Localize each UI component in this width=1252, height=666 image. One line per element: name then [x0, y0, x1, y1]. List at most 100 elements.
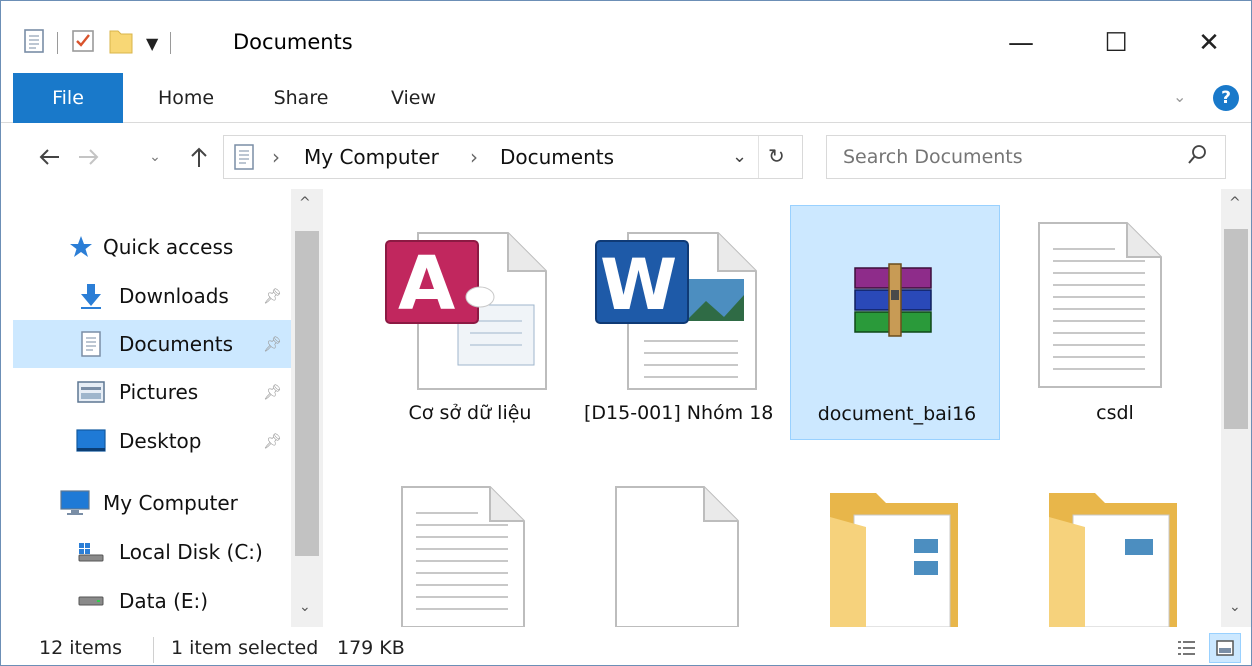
pin-icon[interactable]: 📌︎	[263, 335, 282, 353]
nav-item-label: Documents	[119, 332, 234, 356]
blank-file-icon	[615, 486, 739, 627]
tab-file[interactable]: File	[13, 73, 123, 123]
nav-item-label: Desktop	[119, 429, 202, 453]
tab-view[interactable]: View	[371, 73, 456, 123]
file-item[interactable]: W [D15-001] Nhóm 18	[576, 205, 786, 440]
breadcrumb-my-computer[interactable]: My Computer	[304, 145, 439, 169]
maximize-icon: ☐	[1104, 28, 1128, 58]
navigation-pane: Quick access Downloads 📌︎ Documents 📌︎ P…	[1, 189, 326, 627]
title-bar: ▼ Documents — ☐ ✕	[1, 1, 1251, 73]
breadcrumb-documents[interactable]: Documents	[500, 145, 614, 169]
customize-dropdown-icon[interactable]: ▼	[146, 34, 158, 53]
minimize-icon: —	[1008, 28, 1034, 58]
search-input[interactable]	[843, 142, 1163, 172]
nav-scrollbar-thumb[interactable]	[295, 231, 319, 556]
windows-drive-icon	[75, 538, 107, 566]
pin-icon[interactable]: 📌︎	[263, 432, 282, 450]
window-title: Documents	[233, 30, 353, 54]
nav-scrollbar[interactable]: ^ ⌄	[291, 189, 323, 627]
recent-locations-button[interactable]: ⌄	[141, 139, 169, 175]
tab-home[interactable]: Home	[141, 73, 231, 123]
winrar-archive-icon	[854, 263, 932, 337]
file-name: document_bai16	[817, 403, 977, 425]
toolbar-separator	[170, 32, 172, 54]
nav-item-downloads[interactable]: Downloads 📌︎	[13, 272, 291, 320]
scroll-up-icon[interactable]: ^	[299, 195, 311, 211]
large-icons-view-icon	[1216, 640, 1234, 656]
details-view-icon	[1178, 641, 1195, 655]
file-item[interactable]: csdl	[1009, 205, 1219, 440]
ribbon-tabs: File Home Share View ⌄ ?	[1, 73, 1251, 123]
properties-icon[interactable]	[23, 28, 45, 58]
pin-icon[interactable]: 📌︎	[263, 287, 282, 305]
content-scrollbar[interactable]: ^ ⌄	[1221, 189, 1251, 627]
file-item[interactable]: document_bai16	[790, 205, 1000, 440]
refresh-icon[interactable]: ↻	[768, 144, 785, 168]
maximize-button[interactable]: ☐	[1076, 13, 1156, 73]
address-divider	[758, 136, 759, 178]
large-icons-view-button[interactable]	[1209, 633, 1241, 663]
breadcrumb-separator: ›	[272, 145, 280, 169]
close-icon: ✕	[1198, 28, 1220, 58]
chevron-down-icon: ⌄	[149, 149, 161, 165]
file-list: A Cơ sở dữ liệu W [D15-001] Nhóm 18 docu…	[326, 189, 1221, 627]
file-name: csdl	[1096, 402, 1134, 424]
nav-drive-label: Data (E:)	[119, 589, 209, 613]
item-count: 12 items	[39, 637, 123, 659]
nav-quick-access-label: Quick access	[103, 235, 234, 259]
nav-drive-e[interactable]: Data (E:)	[13, 577, 291, 625]
content-scrollbar-thumb[interactable]	[1224, 229, 1248, 429]
file-item[interactable]	[364, 469, 574, 627]
minimize-button[interactable]: —	[981, 13, 1061, 73]
back-button[interactable]	[31, 139, 67, 175]
nav-item-desktop[interactable]: Desktop 📌︎	[13, 417, 291, 465]
scroll-down-icon[interactable]: ⌄	[299, 599, 311, 615]
status-bar: 12 items 1 item selected 179 KB	[1, 629, 1251, 665]
star-icon	[65, 233, 97, 261]
nav-item-pictures[interactable]: Pictures 📌︎	[13, 368, 291, 416]
access-file-icon: A	[385, 232, 547, 390]
back-arrow-icon	[39, 149, 59, 165]
svg-text:A: A	[398, 241, 455, 327]
explorer-window: ▼ Documents — ☐ ✕ File Home Share View ⌄…	[0, 0, 1252, 666]
expand-ribbon-icon[interactable]: ⌄	[1173, 87, 1186, 106]
new-folder-icon[interactable]	[108, 27, 134, 59]
up-button[interactable]	[181, 139, 217, 175]
nav-item-label: Pictures	[119, 380, 199, 404]
checklist-icon[interactable]	[70, 28, 96, 58]
nav-quick-access[interactable]: Quick access	[13, 223, 291, 271]
svg-text:W: W	[600, 244, 677, 326]
up-arrow-icon	[191, 147, 207, 167]
address-dropdown-icon[interactable]: ⌄	[732, 146, 747, 167]
folder-icon	[830, 493, 958, 627]
folder-icon	[1049, 493, 1177, 627]
text-file-icon	[401, 486, 525, 627]
file-item[interactable]	[790, 469, 1000, 627]
help-icon[interactable]: ?	[1213, 85, 1239, 111]
address-bar[interactable]: › My Computer › Documents ⌄ ↻	[223, 135, 803, 179]
forward-arrow-icon	[79, 149, 99, 165]
nav-item-documents[interactable]: Documents 📌︎	[13, 320, 291, 368]
file-item[interactable]	[576, 469, 786, 627]
nav-my-computer[interactable]: My Computer	[13, 479, 291, 527]
search-box[interactable]	[826, 135, 1226, 179]
text-file-icon	[1038, 222, 1162, 388]
search-icon[interactable]	[1187, 144, 1207, 170]
file-name: [D15-001] Nhóm 18	[584, 402, 774, 424]
drive-icon	[75, 587, 107, 615]
nav-drive-label: Local Disk (C:)	[119, 540, 263, 564]
nav-my-computer-label: My Computer	[103, 491, 238, 515]
scroll-up-icon[interactable]: ^	[1229, 195, 1241, 211]
pin-icon[interactable]: 📌︎	[263, 383, 282, 401]
tab-share[interactable]: Share	[256, 73, 346, 123]
nav-drive-c[interactable]: Local Disk (C:)	[13, 528, 291, 576]
desktop-icon	[75, 427, 107, 455]
forward-button[interactable]	[71, 139, 107, 175]
quick-access-toolbar: ▼	[23, 23, 183, 63]
toolbar-separator	[57, 32, 58, 54]
close-button[interactable]: ✕	[1169, 13, 1249, 73]
file-item[interactable]	[1009, 469, 1219, 627]
details-view-button[interactable]	[1171, 633, 1203, 663]
file-item[interactable]: A Cơ sở dữ liệu	[364, 205, 574, 440]
scroll-down-icon[interactable]: ⌄	[1229, 599, 1241, 615]
